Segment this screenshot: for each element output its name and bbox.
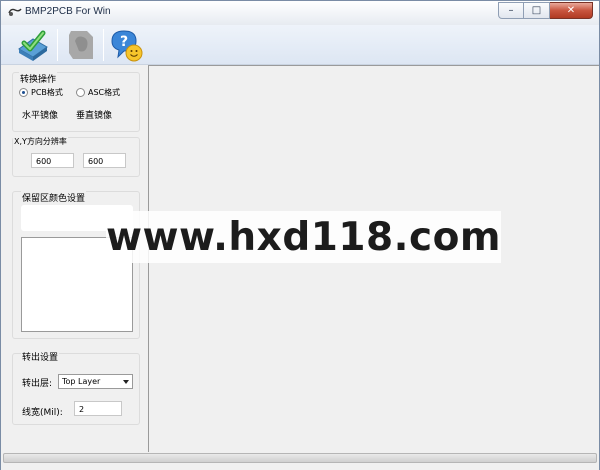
output-layer-label: 转出层:	[22, 379, 53, 389]
resolution-group: X,Y方向分辨率	[12, 136, 140, 177]
resolution-group-title: X,Y方向分辨率	[13, 136, 68, 147]
toolbar: ?	[1, 25, 599, 65]
maximize-icon: □	[531, 4, 542, 16]
convert-icon[interactable]	[15, 27, 51, 63]
status-bar	[1, 464, 599, 470]
help-smiley-icon[interactable]: ?	[108, 27, 144, 63]
line-width-input[interactable]	[74, 401, 122, 416]
pcb-format-radio[interactable]: PCB格式	[19, 87, 63, 98]
horizontal-mirror-button[interactable]: 水平镜像	[22, 108, 58, 121]
asc-format-radio[interactable]: ASC格式	[76, 87, 120, 98]
convert-group: 转换操作 PCB格式 ASC格式 水平镜像 垂直镜像	[12, 72, 140, 132]
output-layer-value: Top Layer	[62, 377, 101, 386]
color-group-title: 保留区颜色设置	[21, 191, 87, 204]
chevron-down-icon	[123, 380, 129, 384]
minimize-icon: –	[508, 4, 514, 16]
maximize-button[interactable]: □	[524, 2, 550, 19]
horizontal-scrollbar[interactable]	[3, 453, 597, 463]
output-group-title: 转出设置	[21, 350, 60, 363]
output-group: 转出设置 转出层: Top Layer 线宽(Mil):	[12, 350, 140, 425]
line-width-label: 线宽(Mil):	[22, 408, 63, 418]
window-title: BMP2PCB For Win	[25, 6, 111, 17]
svg-text:?: ?	[120, 34, 128, 50]
output-layer-select[interactable]: Top Layer	[58, 374, 133, 389]
toolbar-separator	[57, 29, 58, 61]
close-button[interactable]: ✕	[550, 2, 593, 19]
asc-radio-dot[interactable]	[76, 88, 85, 97]
x-resolution-input[interactable]	[31, 153, 74, 168]
y-resolution-input[interactable]	[83, 153, 126, 168]
title-bar: BMP2PCB For Win – □ ✕	[1, 1, 599, 25]
watermark-text: www.hxd118.com	[106, 211, 501, 263]
app-window: BMP2PCB For Win – □ ✕ ? 转换操作 PCB格式 ASC格式…	[0, 0, 600, 470]
board-icon[interactable]	[63, 27, 99, 63]
toolbar-separator	[103, 29, 104, 61]
close-icon: ✕	[566, 4, 576, 16]
minimize-button[interactable]: –	[498, 2, 524, 19]
pcb-format-label: PCB格式	[31, 88, 63, 97]
vertical-mirror-button[interactable]: 垂直镜像	[76, 108, 112, 121]
asc-format-label: ASC格式	[88, 88, 121, 97]
app-icon	[8, 8, 22, 16]
convert-group-title: 转换操作	[19, 72, 58, 85]
pcb-radio-dot[interactable]	[19, 88, 28, 97]
caption-buttons: – □ ✕	[498, 2, 593, 19]
